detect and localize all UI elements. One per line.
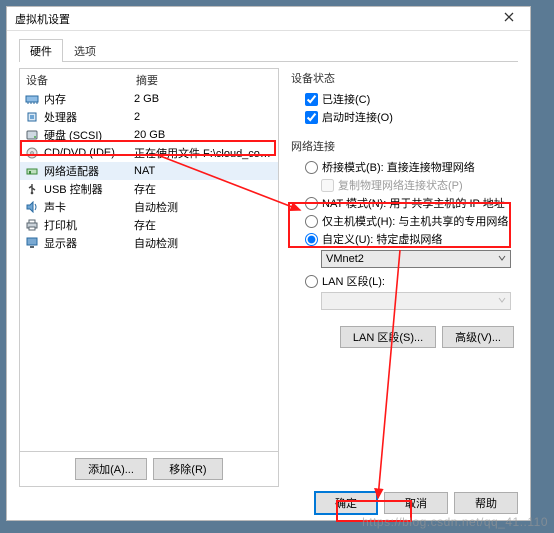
- custom-radio[interactable]: [305, 233, 318, 246]
- device-label: CD/DVD (IDE): [44, 147, 134, 159]
- device-row[interactable]: CD/DVD (IDE)正在使用文件 F:\cloud_comput...: [20, 144, 278, 162]
- device-label: 声卡: [44, 199, 134, 215]
- chevron-down-icon: [498, 253, 506, 265]
- lan-segment-radio[interactable]: [305, 275, 318, 288]
- titlebar: 虚拟机设置: [7, 7, 530, 31]
- remove-device-button[interactable]: 移除(R): [153, 458, 223, 480]
- device-summary: 2: [134, 111, 274, 123]
- chevron-down-icon: [498, 295, 506, 307]
- tab-hardware[interactable]: 硬件: [19, 39, 63, 62]
- connected-checkbox[interactable]: [305, 93, 318, 106]
- display-icon: [24, 236, 40, 250]
- custom-network-dropdown[interactable]: VMnet2: [321, 250, 511, 268]
- replicate-label: 复制物理网络连接状态(P): [338, 177, 463, 193]
- watermark: https://blog.csdn.net/qq_41..110: [362, 515, 548, 529]
- lan-segment-label: LAN 区段(L):: [322, 273, 385, 289]
- net-icon: [24, 164, 40, 178]
- nat-radio-row[interactable]: NAT 模式(N): 用于共享主机的 IP 地址: [305, 194, 514, 212]
- window-close-button[interactable]: [494, 10, 524, 28]
- device-summary: 2 GB: [134, 93, 274, 105]
- device-row[interactable]: 打印机存在: [20, 216, 278, 234]
- usb-icon: [24, 182, 40, 196]
- bridged-radio-row[interactable]: 桥接模式(B): 直接连接物理网络: [305, 158, 514, 176]
- device-row[interactable]: USB 控制器存在: [20, 180, 278, 198]
- hostonly-radio[interactable]: [305, 215, 318, 228]
- lan-segments-button[interactable]: LAN 区段(S)...: [340, 326, 436, 348]
- lan-segment-dropdown: [321, 292, 511, 310]
- col-device: 设备: [26, 72, 136, 88]
- device-row[interactable]: 声卡自动检测: [20, 198, 278, 216]
- connect-at-poweron-row[interactable]: 启动时连接(O): [305, 108, 514, 126]
- device-summary: 自动检测: [134, 199, 274, 215]
- hostonly-label: 仅主机模式(H): 与主机共享的专用网络: [322, 213, 508, 229]
- device-header: 设备 摘要: [20, 69, 278, 90]
- custom-label: 自定义(U): 特定虚拟网络: [322, 231, 442, 247]
- device-summary: 存在: [134, 217, 274, 233]
- help-button[interactable]: 帮助: [454, 492, 518, 514]
- network-connection-title: 网络连接: [291, 136, 514, 156]
- advanced-button[interactable]: 高级(V)...: [442, 326, 514, 348]
- connected-label: 已连接(C): [322, 91, 370, 107]
- hostonly-radio-row[interactable]: 仅主机模式(H): 与主机共享的专用网络: [305, 212, 514, 230]
- printer-icon: [24, 218, 40, 232]
- tab-options[interactable]: 选项: [63, 39, 107, 62]
- cd-icon: [24, 146, 40, 160]
- window-title: 虚拟机设置: [15, 11, 70, 27]
- device-label: 网络适配器: [44, 163, 134, 179]
- custom-network-value: VMnet2: [326, 253, 364, 265]
- connected-checkbox-row[interactable]: 已连接(C): [305, 90, 514, 108]
- connect-at-poweron-label: 启动时连接(O): [322, 109, 393, 125]
- settings-pane: 设备状态 已连接(C) 启动时连接(O) 网络连接: [287, 68, 518, 487]
- bridged-radio[interactable]: [305, 161, 318, 174]
- replicate-checkbox: [321, 179, 334, 192]
- device-summary: NAT: [134, 165, 274, 177]
- device-row[interactable]: 内存2 GB: [20, 90, 278, 108]
- nat-radio[interactable]: [305, 197, 318, 210]
- close-icon: [504, 12, 514, 25]
- device-label: 显示器: [44, 235, 134, 251]
- device-label: USB 控制器: [44, 181, 134, 197]
- ok-button[interactable]: 确定: [314, 491, 378, 515]
- device-label: 打印机: [44, 217, 134, 233]
- device-list: 内存2 GB处理器2硬盘 (SCSI)20 GBCD/DVD (IDE)正在使用…: [20, 90, 278, 451]
- cancel-button[interactable]: 取消: [384, 492, 448, 514]
- device-label: 硬盘 (SCSI): [44, 127, 134, 143]
- connect-at-poweron-checkbox[interactable]: [305, 111, 318, 124]
- device-summary: 自动检测: [134, 235, 274, 251]
- lan-segment-radio-row[interactable]: LAN 区段(L):: [305, 272, 514, 290]
- add-device-button[interactable]: 添加(A)...: [75, 458, 147, 480]
- device-label: 处理器: [44, 109, 134, 125]
- memory-icon: [24, 92, 40, 106]
- device-status-title: 设备状态: [291, 68, 514, 88]
- device-summary: 存在: [134, 181, 274, 197]
- cpu-icon: [24, 110, 40, 124]
- nat-label: NAT 模式(N): 用于共享主机的 IP 地址: [322, 195, 505, 211]
- bridged-label: 桥接模式(B): 直接连接物理网络: [322, 159, 475, 175]
- device-pane: 设备 摘要 内存2 GB处理器2硬盘 (SCSI)20 GBCD/DVD (ID…: [19, 68, 279, 487]
- col-summary: 摘要: [136, 72, 158, 88]
- device-row[interactable]: 显示器自动检测: [20, 234, 278, 252]
- device-row[interactable]: 网络适配器NAT: [20, 162, 278, 180]
- disk-icon: [24, 128, 40, 142]
- device-summary: 20 GB: [134, 129, 274, 141]
- vm-settings-dialog: 虚拟机设置 硬件 选项 设备 摘要 内存2 GB处理器2硬盘 (SCSI)20 …: [6, 6, 531, 521]
- sound-icon: [24, 200, 40, 214]
- device-row[interactable]: 处理器2: [20, 108, 278, 126]
- device-label: 内存: [44, 91, 134, 107]
- tab-row: 硬件 选项: [19, 39, 518, 62]
- replicate-checkbox-row: 复制物理网络连接状态(P): [305, 176, 514, 194]
- device-status-group: 设备状态 已连接(C) 启动时连接(O): [291, 68, 514, 130]
- device-row[interactable]: 硬盘 (SCSI)20 GB: [20, 126, 278, 144]
- custom-radio-row[interactable]: 自定义(U): 特定虚拟网络: [305, 230, 514, 248]
- device-summary: 正在使用文件 F:\cloud_comput...: [134, 145, 274, 161]
- network-connection-group: 网络连接 桥接模式(B): 直接连接物理网络 复制物理网络连接状态(P): [291, 136, 514, 314]
